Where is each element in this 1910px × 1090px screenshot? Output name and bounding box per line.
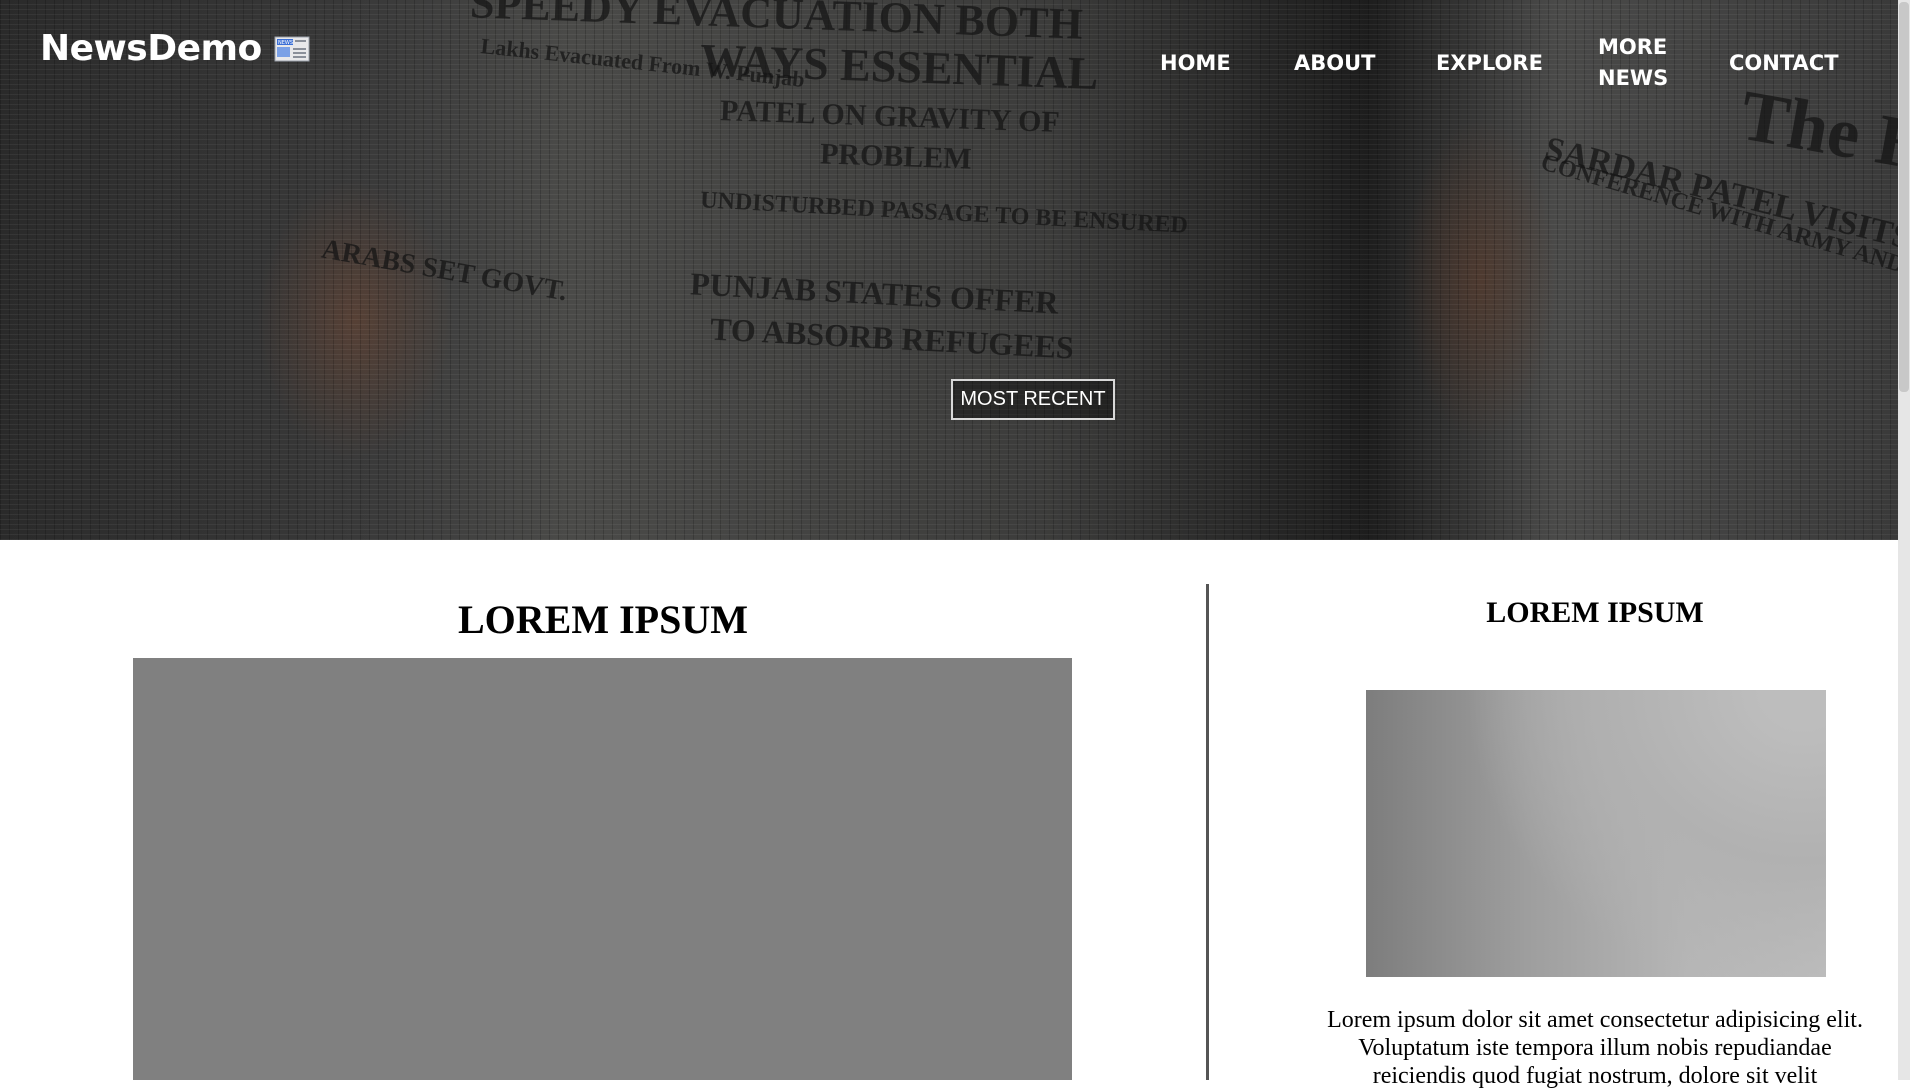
newspaper-icon-text: NEWS	[278, 40, 293, 46]
site-logo[interactable]: NewsDemo NEWS	[40, 28, 310, 69]
scrollbar-thumb[interactable]	[1899, 2, 1909, 392]
sidebar-article-image[interactable]	[1366, 690, 1826, 977]
newspaper-headline: PROBLEM	[819, 137, 973, 176]
most-recent-button[interactable]: MOST RECENT	[951, 379, 1115, 420]
newspaper-subheadline: UNDISTURBED PASSAGE TO BE ENSURED	[699, 187, 1189, 239]
nav-about[interactable]: ABOUT	[1294, 48, 1376, 79]
nav-more-news[interactable]: MORE NEWS	[1598, 32, 1688, 94]
main-article-image[interactable]	[133, 658, 1072, 1080]
column-divider	[1206, 584, 1209, 1080]
nav-contact[interactable]: CONTACT	[1729, 48, 1839, 79]
newspaper-headline: ARABS SET GOVT.	[319, 233, 570, 308]
nav-explore[interactable]: EXPLORE	[1436, 48, 1543, 79]
newspaper-icon: NEWS	[274, 36, 310, 61]
sidebar-article-text: Lorem ipsum dolor sit amet consectetur a…	[1327, 1007, 1863, 1089]
vertical-scrollbar[interactable]	[1898, 0, 1910, 1080]
site-name: NewsDemo	[40, 28, 262, 69]
hero-banner: SPEEDY EVACUATION BOTH WAYS ESSENTIAL PA…	[0, 0, 1898, 540]
newspaper-headline: PATEL ON GRAVITY OF	[719, 94, 1061, 139]
sidebar-article-title: LOREM IPSUM	[1486, 596, 1704, 629]
main-article-title: LOREM IPSUM	[458, 597, 748, 642]
nav-home[interactable]: HOME	[1160, 48, 1231, 79]
newspaper-masthead: The H	[1734, 74, 1898, 188]
